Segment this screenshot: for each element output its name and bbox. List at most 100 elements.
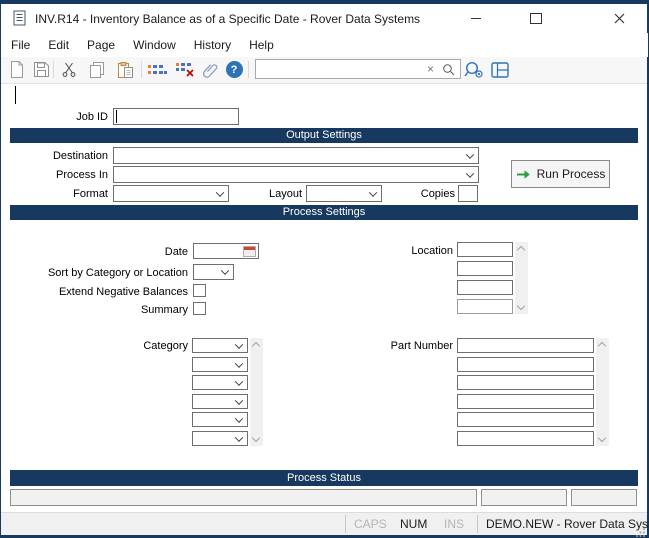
search-input[interactable] <box>259 61 423 79</box>
add-rows-icon <box>148 63 167 77</box>
menubar: File Edit Page Window History Help <box>1 33 648 57</box>
process-status-field-main <box>10 489 477 506</box>
part-number-label: Part Number <box>350 340 453 352</box>
add-rows-button[interactable] <box>145 58 169 81</box>
menu-item-page[interactable]: Page <box>78 35 124 55</box>
save-button[interactable] <box>29 58 53 81</box>
menu-item-help[interactable]: Help <box>240 35 283 55</box>
menu-item-window[interactable]: Window <box>124 35 185 55</box>
job-id-label: Job ID <box>0 111 108 123</box>
close-icon <box>614 13 625 24</box>
copies-input[interactable] <box>458 185 478 202</box>
delete-rows-button[interactable] <box>173 58 197 81</box>
app-window: INV.R14 - Inventory Balance as of a Spec… <box>0 0 649 538</box>
statusbar: CAPS NUM INS DEMO.NEW - Rover Data Syste… <box>1 512 647 535</box>
scroll-down-icon <box>517 302 525 310</box>
destination-label: Destination <box>0 150 108 162</box>
location-input[interactable] <box>457 261 513 276</box>
delete-rows-icon <box>176 62 195 77</box>
part-number-input[interactable] <box>457 338 594 353</box>
toolbar: ? × <box>1 57 647 84</box>
new-button[interactable] <box>5 58 29 81</box>
minimize-icon <box>471 18 481 19</box>
category-label: Category <box>80 340 188 352</box>
job-id-input[interactable] <box>113 108 239 125</box>
section-header-process: Process Settings <box>10 205 638 220</box>
category-select[interactable] <box>192 412 248 427</box>
sort-by-select[interactable] <box>193 264 234 280</box>
resize-grip[interactable] <box>636 524 646 538</box>
paste-icon <box>118 62 133 78</box>
new-document-icon <box>10 61 24 78</box>
minimize-button[interactable] <box>453 4 499 33</box>
category-select[interactable] <box>192 394 248 409</box>
help-icon: ? <box>226 61 243 78</box>
menu-item-edit[interactable]: Edit <box>39 35 78 55</box>
location-input[interactable] <box>457 280 513 295</box>
chevron-down-icon <box>235 359 243 367</box>
layout-label: Layout <box>220 188 302 200</box>
part-number-input[interactable] <box>457 375 594 390</box>
extend-negative-balances-label: Extend Negative Balances <box>10 286 188 298</box>
paste-button[interactable] <box>113 58 137 81</box>
preview-icon <box>464 61 484 79</box>
extend-negative-balances-checkbox[interactable] <box>193 284 206 297</box>
split-view-button[interactable] <box>488 58 512 81</box>
scroll-down-icon <box>598 434 606 442</box>
caps-indicator: CAPS <box>354 517 387 531</box>
menu-item-file[interactable]: File <box>2 35 39 55</box>
split-view-icon <box>491 62 509 78</box>
copy-button[interactable] <box>85 58 109 81</box>
attachment-icon <box>203 62 218 78</box>
help-button[interactable]: ? <box>222 58 246 81</box>
statusbar-separator <box>477 515 478 533</box>
close-button[interactable] <box>596 4 642 33</box>
date-label: Date <box>10 246 188 258</box>
scroll-down-icon <box>252 434 260 442</box>
location-input[interactable] <box>457 242 513 257</box>
category-select[interactable] <box>192 431 248 446</box>
part-number-input[interactable] <box>457 431 594 446</box>
section-header-status: Process Status <box>10 470 638 486</box>
location-input[interactable] <box>457 299 513 314</box>
window-title: INV.R14 - Inventory Balance as of a Spec… <box>35 12 420 26</box>
run-process-button[interactable]: Run Process <box>511 160 610 188</box>
titlebar: INV.R14 - Inventory Balance as of a Spec… <box>1 4 647 33</box>
location-scrollbar[interactable] <box>515 242 528 314</box>
copy-icon <box>90 62 104 78</box>
attachment-button[interactable] <box>198 58 222 81</box>
chevron-down-icon <box>235 433 243 441</box>
scroll-up-icon <box>517 246 525 254</box>
search-clear-icon[interactable]: × <box>427 62 434 76</box>
menu-item-history[interactable]: History <box>185 35 240 55</box>
part-number-scrollbar[interactable] <box>596 338 609 446</box>
document-icon <box>13 10 26 31</box>
category-scrollbar[interactable] <box>250 338 263 446</box>
num-indicator: NUM <box>400 517 427 531</box>
category-select[interactable] <box>192 375 248 390</box>
category-select[interactable] <box>192 357 248 372</box>
chevron-down-icon <box>221 266 229 274</box>
search-icon[interactable] <box>442 63 455 81</box>
process-in-select[interactable] <box>113 166 479 183</box>
chevron-down-icon <box>235 377 243 385</box>
format-select[interactable] <box>113 185 229 202</box>
toolbar-separator <box>248 61 249 78</box>
part-number-input[interactable] <box>457 394 594 409</box>
chevron-down-icon <box>466 150 474 158</box>
destination-select[interactable] <box>113 147 479 164</box>
maximize-icon <box>530 13 542 24</box>
preview-button[interactable] <box>462 58 486 81</box>
part-number-input[interactable] <box>457 412 594 427</box>
cut-button[interactable] <box>57 58 81 81</box>
toolbar-separator <box>53 61 54 78</box>
calendar-icon[interactable] <box>243 246 256 257</box>
process-in-label: Process In <box>0 169 108 181</box>
section-header-output: Output Settings <box>10 128 638 143</box>
part-number-input[interactable] <box>457 357 594 372</box>
chevron-down-icon <box>235 340 243 348</box>
date-input[interactable] <box>193 243 259 259</box>
category-select[interactable] <box>192 338 248 353</box>
maximize-button[interactable] <box>513 4 559 33</box>
summary-checkbox[interactable] <box>193 302 206 315</box>
